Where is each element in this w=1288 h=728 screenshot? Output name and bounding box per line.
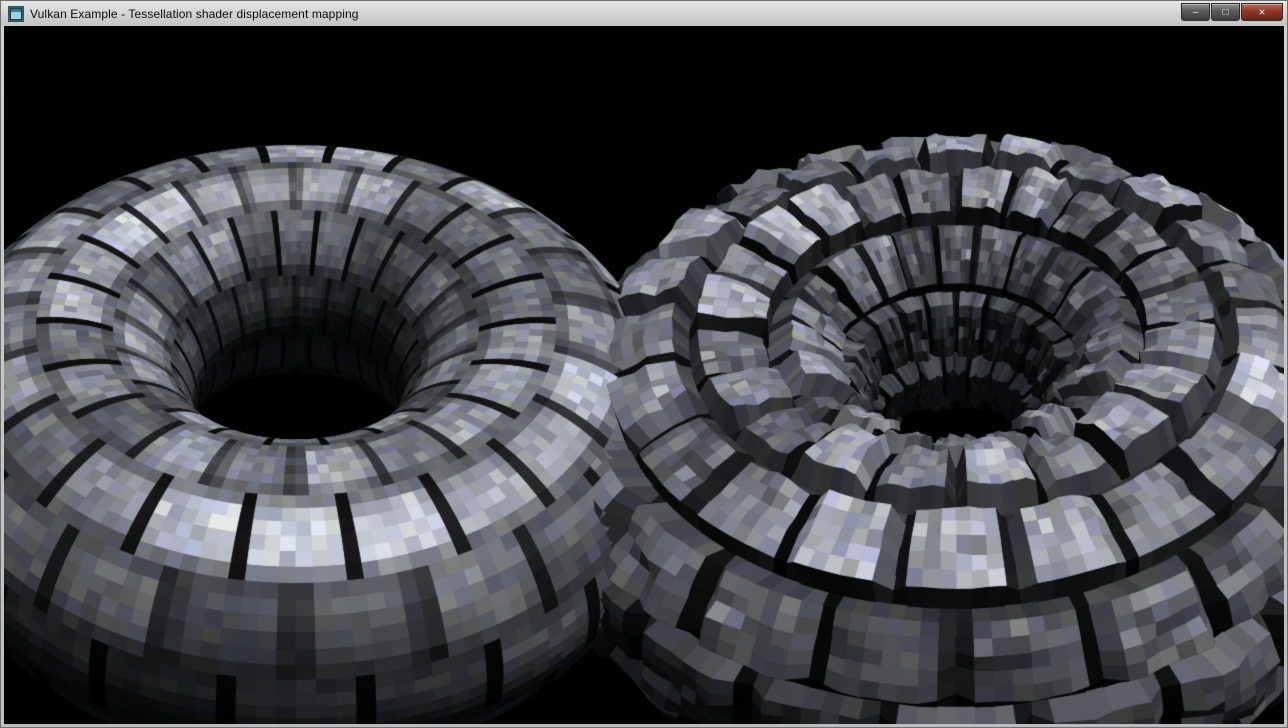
minimize-button[interactable]: – — [1181, 3, 1210, 21]
window-controls: – □ × — [1180, 3, 1283, 21]
maximize-icon: □ — [1222, 7, 1228, 18]
render-canvas[interactable] — [4, 26, 1284, 724]
close-icon: × — [1258, 5, 1265, 19]
close-button[interactable]: × — [1241, 3, 1283, 21]
titlebar[interactable]: Vulkan Example - Tessellation shader dis… — [1, 1, 1287, 26]
app-window: Vulkan Example - Tessellation shader dis… — [0, 0, 1288, 728]
app-icon — [8, 6, 24, 22]
window-title: Vulkan Example - Tessellation shader dis… — [30, 7, 359, 21]
minimize-icon: – — [1193, 7, 1199, 18]
maximize-button[interactable]: □ — [1211, 3, 1240, 21]
